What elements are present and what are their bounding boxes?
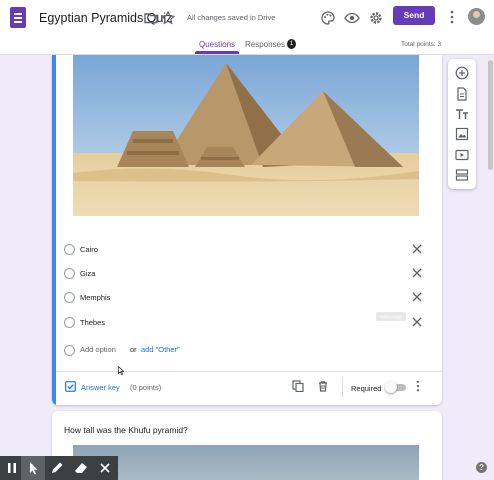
mouse-cursor-icon xyxy=(118,366,124,375)
add-question-icon[interactable] xyxy=(455,66,469,80)
responses-count-badge: 1 xyxy=(287,39,296,49)
option-radio[interactable] xyxy=(64,244,75,255)
question-card[interactable]: Cairo Giza Memphis Thebes Add option or … xyxy=(52,55,442,405)
eye-icon[interactable] xyxy=(344,10,360,26)
tab-questions[interactable]: Questions xyxy=(199,40,235,49)
remove-option-icon[interactable] xyxy=(411,267,423,279)
add-image-tooltip: Add image xyxy=(376,312,406,321)
option-label[interactable]: Giza xyxy=(80,269,95,278)
required-toggle-knob[interactable] xyxy=(385,381,397,393)
star-icon[interactable] xyxy=(160,10,176,26)
pen-icon[interactable] xyxy=(45,456,69,480)
option-radio[interactable] xyxy=(64,292,75,303)
active-tab-indicator xyxy=(195,51,239,54)
add-title-icon[interactable] xyxy=(455,107,469,121)
help-icon[interactable]: ? xyxy=(476,462,487,473)
add-option-button[interactable]: Add option xyxy=(80,345,116,354)
option-label[interactable]: Cairo xyxy=(80,245,98,254)
gear-icon[interactable] xyxy=(368,10,384,26)
question-title[interactable]: How tall was the Khufu pyramid? xyxy=(64,425,188,435)
avatar[interactable] xyxy=(468,8,485,25)
tab-responses[interactable]: Responses xyxy=(245,40,285,49)
folder-icon[interactable] xyxy=(143,10,159,26)
add-option-row: Add option or add "Other" xyxy=(64,343,364,357)
option-label[interactable]: Memphis xyxy=(80,293,110,302)
remove-option-icon[interactable] xyxy=(411,243,423,255)
answer-key-icon[interactable] xyxy=(65,381,76,392)
delete-icon[interactable] xyxy=(317,380,329,392)
eraser-icon[interactable] xyxy=(69,456,93,480)
send-button[interactable]: Send xyxy=(393,6,435,25)
active-card-indicator xyxy=(52,55,56,405)
side-toolbar xyxy=(448,59,476,189)
option-radio xyxy=(64,345,75,356)
palette-icon[interactable] xyxy=(320,10,336,26)
more-vert-icon[interactable] xyxy=(415,380,421,392)
footer-separator xyxy=(342,377,343,397)
scrollbar-thumb[interactable] xyxy=(488,60,493,170)
option-row[interactable]: Memphis xyxy=(64,290,434,306)
duplicate-icon[interactable] xyxy=(292,380,304,392)
add-section-icon[interactable] xyxy=(455,168,469,182)
app-header: Egyptian Pyramids Quiz All changes saved… xyxy=(0,0,494,55)
total-points: Total points: 3 xyxy=(401,41,442,48)
forms-app-icon[interactable] xyxy=(10,7,26,28)
add-other-link[interactable]: add "Other" xyxy=(141,345,180,354)
option-label[interactable]: Thebes xyxy=(80,318,105,327)
remove-option-icon[interactable] xyxy=(411,291,423,303)
import-questions-icon[interactable] xyxy=(455,87,469,101)
more-vert-icon[interactable] xyxy=(449,10,455,24)
answer-key-button[interactable]: Answer key xyxy=(81,383,120,392)
option-row[interactable]: Cairo xyxy=(64,242,434,258)
option-row[interactable]: Giza xyxy=(64,266,434,282)
option-radio[interactable] xyxy=(64,317,75,328)
pointer-icon[interactable] xyxy=(21,456,45,480)
close-icon[interactable] xyxy=(93,456,117,480)
remove-option-icon[interactable] xyxy=(411,316,423,328)
points-label: (0 points) xyxy=(130,383,162,392)
option-radio[interactable] xyxy=(64,268,75,279)
or-label: or xyxy=(130,345,137,354)
add-video-icon[interactable] xyxy=(455,148,469,162)
pyramids-image[interactable] xyxy=(73,55,419,216)
question-image[interactable] xyxy=(73,445,419,480)
card-footer-divider xyxy=(56,371,442,372)
save-status: All changes saved in Drive xyxy=(187,13,276,22)
add-image-icon[interactable] xyxy=(455,127,469,141)
required-label: Required xyxy=(351,384,382,393)
annotation-toolbar xyxy=(0,456,118,480)
